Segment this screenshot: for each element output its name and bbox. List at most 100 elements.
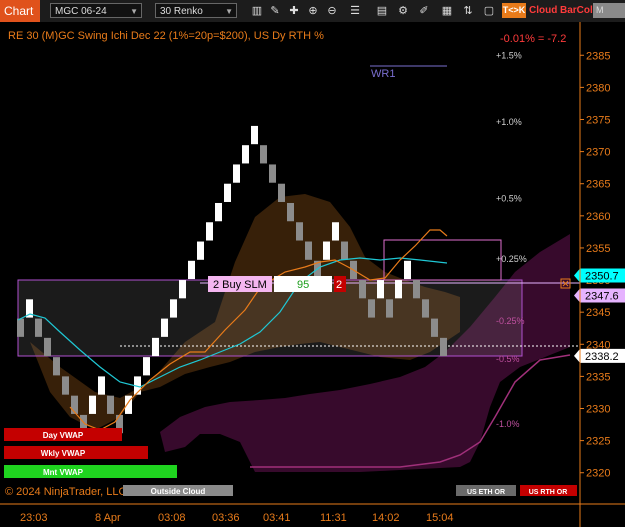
renko-brick	[35, 318, 42, 337]
renko-brick	[377, 280, 384, 299]
change-label: -0.01% = -7.2	[500, 33, 566, 45]
chart-toolbar: Chart MGC 06-24 ▼ 30 Renko ▼ ▥ ✎ ✚ ⊕ ⊖ ☰…	[0, 0, 625, 23]
renko-brick	[53, 357, 60, 376]
time-tick-label: 23:03	[20, 512, 48, 524]
renko-brick	[287, 202, 294, 222]
renko-brick	[143, 357, 150, 376]
drawing-tools-icon[interactable]: ✐	[417, 4, 431, 18]
day-vwap-label: Day VWAP	[43, 431, 84, 440]
price-tick-label: 2365	[586, 179, 610, 191]
renko-brick	[332, 222, 339, 241]
time-tick-label: 03:08	[158, 512, 186, 524]
price-tick-label: 2335	[586, 371, 610, 383]
renko-brick	[179, 280, 186, 299]
renko-brick	[152, 337, 159, 357]
renko-brick	[296, 222, 303, 241]
period-selector[interactable]: 30 Renko ▼	[155, 3, 237, 18]
templates-icon[interactable]: ▦	[440, 4, 454, 18]
price-tick-label: 2320	[586, 468, 610, 480]
chevron-down-icon: ▼	[130, 7, 138, 16]
price-tick-label: 2330	[586, 404, 610, 416]
mnt-vwap-label: Mnt VWAP	[43, 468, 84, 477]
price-tick-label: 2345	[586, 307, 610, 319]
strategies-icon[interactable]: ⚙	[396, 4, 410, 18]
wkly-vwap-label: Wkly VWAP	[41, 449, 86, 458]
order-qty-label: 2 Buy SLM	[213, 279, 267, 291]
renko-brick	[206, 222, 213, 241]
renko-brick	[278, 183, 285, 202]
price-tick-label: 2370	[586, 147, 610, 159]
chart-trader-icon[interactable]: ⇅	[461, 4, 475, 18]
tk-button[interactable]: T<>K	[502, 3, 526, 18]
percent-label: +1.0%	[496, 117, 522, 127]
renko-brick	[260, 145, 267, 164]
renko-brick	[161, 318, 168, 337]
renko-brick	[251, 125, 258, 145]
us-eth-or-label: US ETH OR	[467, 489, 505, 496]
renko-brick	[368, 299, 375, 318]
price-tick-label: 2380	[586, 82, 610, 94]
us-rth-or-label: US RTH OR	[529, 489, 568, 496]
percent-label: +0.5%	[496, 193, 522, 203]
crosshair-icon[interactable]: ✚	[287, 4, 301, 18]
price-tick-label: 2385	[586, 50, 610, 62]
time-tick-label: 14:02	[372, 512, 400, 524]
zoom-out-icon[interactable]: ⊖	[325, 4, 339, 18]
properties-icon[interactable]: ☰	[348, 4, 362, 18]
bar-chart-icon[interactable]: ▥	[250, 4, 264, 18]
copyright: © 2024 NinjaTrader, LLC	[5, 486, 126, 498]
percent-label: +1.5%	[496, 50, 522, 60]
percent-label: -0.5%	[496, 354, 520, 364]
chart-title-tab[interactable]: Chart	[0, 0, 40, 22]
renko-brick	[323, 241, 330, 260]
mvwap-toggle[interactable]: M VWA	[593, 3, 625, 18]
chevron-down-icon: ▼	[225, 7, 233, 16]
renko-brick	[62, 376, 69, 395]
price-flag-label: 2347.6	[585, 290, 619, 302]
renko-brick	[44, 337, 51, 357]
renko-brick	[170, 299, 177, 318]
renko-brick	[197, 241, 204, 260]
renko-brick	[341, 241, 348, 260]
time-tick-label: 8 Apr	[95, 512, 121, 524]
zoom-in-icon[interactable]: ⊕	[306, 4, 320, 18]
barcol-toggle[interactable]: BarCol	[560, 3, 593, 18]
renko-brick	[386, 299, 393, 318]
renko-brick	[395, 280, 402, 299]
renko-brick	[224, 183, 231, 202]
renko-brick	[98, 376, 105, 395]
time-tick-label: 11:31	[320, 512, 347, 524]
renko-brick	[188, 260, 195, 280]
renko-brick	[233, 164, 240, 183]
renko-brick	[107, 395, 114, 414]
renko-brick	[71, 395, 78, 414]
renko-brick	[215, 202, 222, 222]
renko-brick	[359, 280, 366, 299]
mnt-vwap-bar	[4, 465, 177, 478]
alert-icon[interactable]: ▢	[482, 4, 496, 18]
pencil-icon[interactable]: ✎	[268, 4, 282, 18]
percent-label: -0.25%	[496, 316, 525, 326]
wr-label: WR1	[371, 68, 395, 80]
renko-brick	[305, 241, 312, 260]
time-tick-label: 03:36	[212, 512, 240, 524]
price-flag-label: 2338.2	[585, 351, 619, 363]
renko-brick	[269, 164, 276, 183]
instrument-label: MGC 06-24	[55, 6, 107, 17]
price-tick-label: 2355	[586, 243, 610, 255]
order-price-value: 95	[297, 279, 309, 291]
time-tick-label: 03:41	[263, 512, 291, 524]
price-flag-label: 2350.7	[585, 271, 619, 283]
price-tick-label: 2375	[586, 114, 610, 126]
renko-brick	[242, 145, 249, 164]
indicators-icon[interactable]: ▤	[375, 4, 389, 18]
renko-brick	[440, 337, 447, 357]
price-tick-label: 2325	[586, 436, 610, 448]
renko-brick	[413, 280, 420, 299]
outside-cloud-label: Outside Cloud	[151, 487, 206, 496]
instrument-selector[interactable]: MGC 06-24 ▼	[50, 3, 142, 18]
price-chart[interactable]: 2320232523302335234023452350235523602365…	[0, 22, 625, 527]
cloud-toggle[interactable]: Cloud	[529, 3, 557, 18]
chart-header: RE 30 (M)GC Swing Ichi Dec 22 (1%=20p=$2…	[8, 30, 324, 42]
renko-brick	[17, 318, 24, 337]
